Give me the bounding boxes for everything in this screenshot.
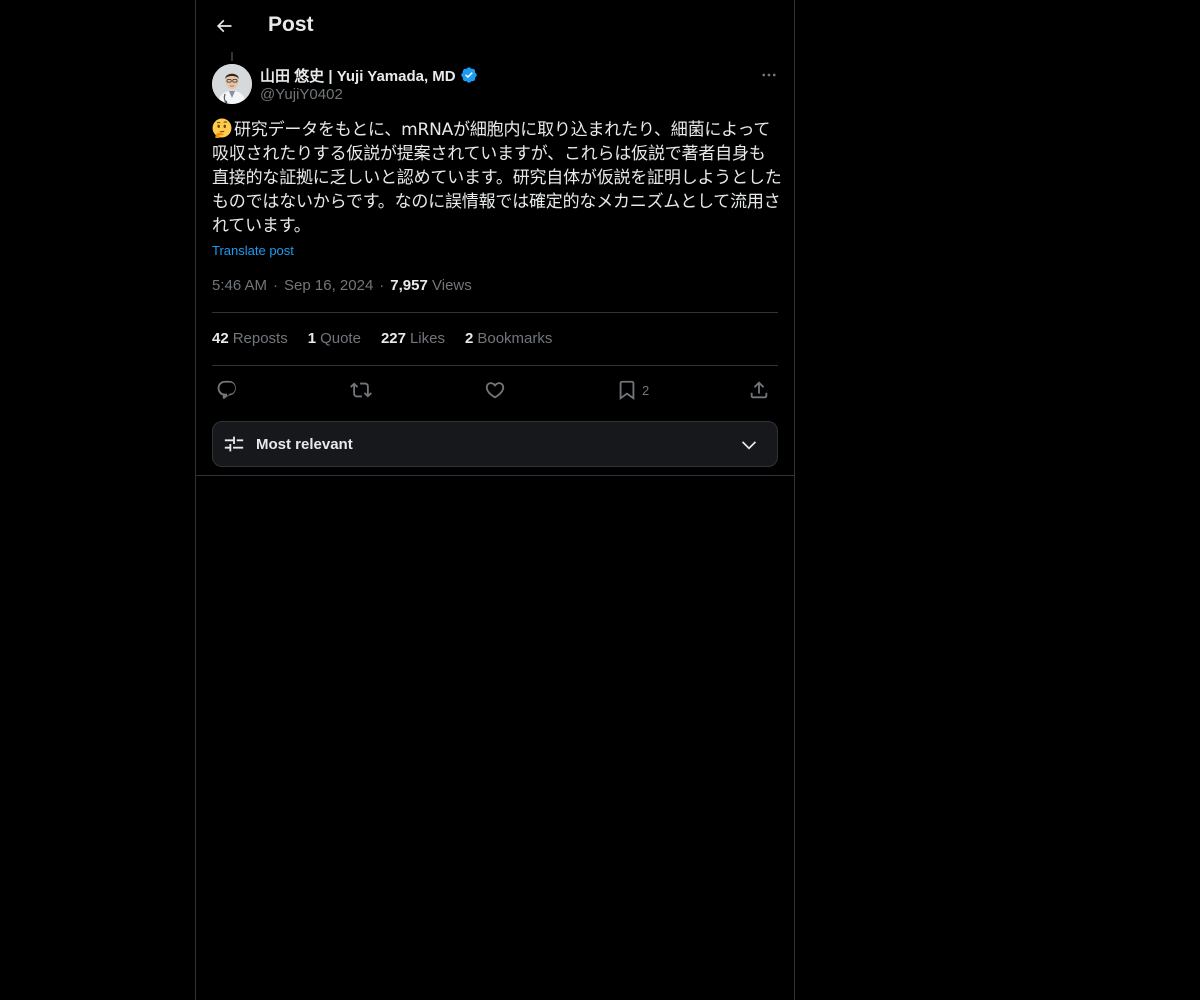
- post-body: 研究データをもとに、mRNAが細胞内に取り込まれたり、細菌によって吸収されたりす…: [212, 118, 782, 238]
- page-title: Post: [268, 13, 314, 36]
- thinking-face-emoji-icon: [212, 118, 232, 138]
- arrow-left-icon: [216, 19, 232, 33]
- views-count: 7,957: [390, 277, 428, 294]
- bookmarks-stat[interactable]: 2 Bookmarks: [465, 330, 552, 350]
- share-icon: [750, 381, 768, 399]
- meta-separator: ·: [379, 277, 385, 294]
- verified-badge-icon: [460, 67, 477, 83]
- bookmark-count: 2: [642, 382, 650, 398]
- page-header: Post: [196, 0, 794, 53]
- engagement-stats: 42 Reposts 1 Quote 227 Likes 2 Bookmarks: [212, 330, 552, 350]
- reply-sort-dropdown[interactable]: Most relevant: [212, 421, 778, 467]
- repost-button[interactable]: [350, 376, 372, 404]
- sort-label: Most relevant: [256, 436, 353, 453]
- back-button[interactable]: [208, 10, 240, 42]
- post-meta: 5:46 AM · Sep 16, 2024 · 7,957 Views: [212, 277, 472, 294]
- avatar[interactable]: [212, 64, 252, 104]
- quotes-stat[interactable]: 1 Quote: [308, 330, 361, 350]
- post-time[interactable]: 5:46 AM: [212, 277, 267, 294]
- divider: [212, 365, 778, 366]
- divider: [212, 312, 778, 313]
- reply-button[interactable]: [216, 376, 238, 404]
- views-label: Views: [432, 277, 472, 294]
- post-date[interactable]: Sep 16, 2024: [284, 277, 373, 294]
- post-text: 研究データをもとに、mRNAが細胞内に取り込まれたり、細菌によって吸収されたりす…: [212, 120, 782, 236]
- likes-stat[interactable]: 227 Likes: [381, 330, 445, 350]
- reply-icon: [217, 380, 236, 399]
- chevron-down-icon: [741, 441, 757, 450]
- heart-icon: [485, 382, 505, 399]
- avatar-portrait-icon: [212, 64, 252, 104]
- bookmark-icon: [619, 380, 635, 401]
- repost-icon: [350, 382, 372, 398]
- translate-post-link[interactable]: Translate post: [212, 243, 294, 258]
- section-divider: [196, 475, 794, 476]
- more-options-button[interactable]: [754, 64, 784, 86]
- bookmark-button[interactable]: 2: [616, 376, 649, 404]
- author-handle[interactable]: @YujiY0402: [260, 86, 343, 103]
- thread-connector: [231, 52, 233, 61]
- author-display-name[interactable]: 山田 悠史 | Yuji Yamada, MD: [260, 65, 456, 86]
- sliders-icon: [224, 436, 244, 452]
- more-horizontal-icon: [762, 73, 776, 77]
- share-button[interactable]: [748, 376, 770, 404]
- like-button[interactable]: [484, 376, 506, 404]
- action-bar: 2: [212, 376, 778, 404]
- author-name-row[interactable]: 山田 悠史 | Yuji Yamada, MD: [260, 64, 478, 86]
- main-column: Post 山田 悠史 | Yuji Yamada, MD @YujiY0402: [195, 0, 795, 1000]
- reposts-stat[interactable]: 42 Reposts: [212, 330, 288, 350]
- meta-separator: ·: [273, 277, 279, 294]
